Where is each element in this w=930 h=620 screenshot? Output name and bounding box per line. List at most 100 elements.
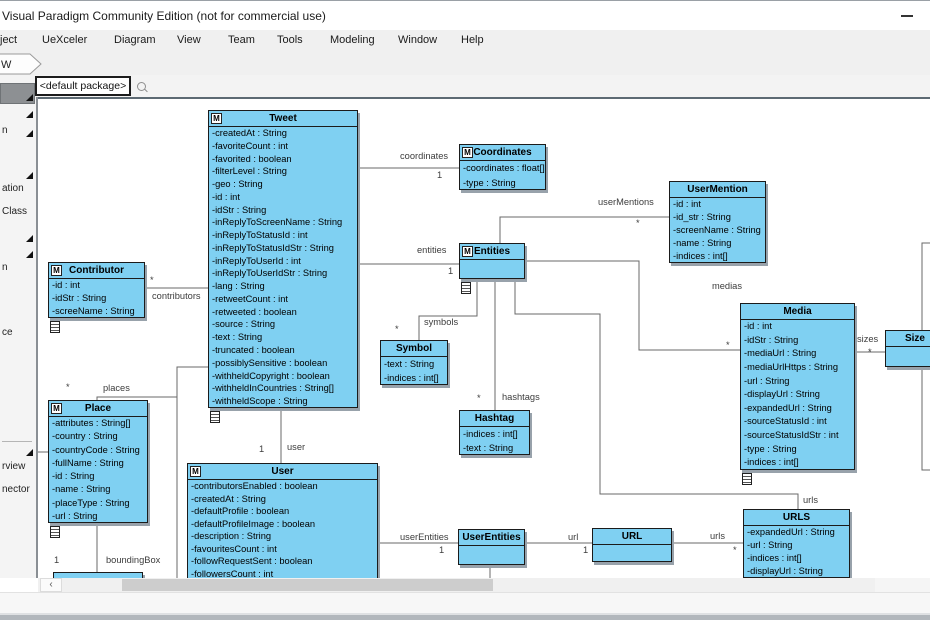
breadcrumb-label: W bbox=[1, 59, 12, 71]
scroll-left-button[interactable]: ‹ bbox=[40, 578, 62, 592]
class-attribute: -id : int bbox=[209, 191, 357, 204]
annotation-doc-icon bbox=[210, 411, 220, 423]
class-attribute: -screeName : String bbox=[49, 305, 144, 318]
class-Hashtag[interactable]: Hashtag-indices : int[]-text : String bbox=[459, 410, 530, 455]
class-attribute: -name : String bbox=[49, 483, 147, 496]
multiplicity-label: 1 bbox=[448, 266, 453, 276]
class-attribute: -placeType : String bbox=[49, 497, 147, 510]
class-Symbol[interactable]: Symbol-text : String-indices : int[] bbox=[380, 340, 448, 385]
class-Place[interactable]: MPlace-attributes : String[]-country : S… bbox=[48, 400, 148, 523]
class-name: Hashtag bbox=[475, 413, 514, 424]
class-attribute: -displayUrl : String bbox=[744, 565, 849, 578]
class-attribute: -id : int bbox=[741, 320, 854, 334]
class-attribute: -fullName : String bbox=[49, 457, 147, 470]
role-label: boundingBox bbox=[106, 555, 160, 565]
class-header: UserMention bbox=[670, 182, 765, 198]
palette-flyout-triangle-icon[interactable] bbox=[26, 235, 33, 242]
class-URLS[interactable]: URLS-expandedUrl : String-url : String-i… bbox=[743, 509, 850, 578]
palette-tool-label[interactable]: ce bbox=[2, 327, 13, 338]
palette-flyout-triangle-icon[interactable] bbox=[26, 130, 33, 137]
class-Media[interactable]: Media-id : int-idStr : String-mediaUrl :… bbox=[740, 303, 855, 470]
class-attribute: -url : String bbox=[741, 375, 854, 389]
class-header: UserEntities bbox=[459, 530, 524, 546]
role-label: user bbox=[287, 442, 305, 452]
menu-item-Tools[interactable]: Tools bbox=[277, 34, 303, 46]
palette-tool-label[interactable]: ation bbox=[2, 183, 24, 194]
class-attribute: -inReplyToUserId : int bbox=[209, 255, 357, 268]
scrollbar-thumb[interactable] bbox=[122, 579, 493, 591]
class-User[interactable]: MUser-contributorsEnabled : boolean-crea… bbox=[187, 463, 378, 580]
class-name: Coordinates bbox=[473, 147, 531, 158]
menu-item-UeXceler[interactable]: UeXceler bbox=[42, 34, 87, 46]
minimize-icon[interactable] bbox=[901, 15, 913, 17]
menu-item-ject[interactable]: ject bbox=[0, 34, 17, 46]
class-name: Entities bbox=[474, 246, 510, 257]
model-indicator-icon: M bbox=[462, 147, 473, 158]
menu-bar: ject UeXceler Diagram View Team Tools Modeling… bbox=[0, 30, 930, 52]
palette-flyout-triangle-icon[interactable] bbox=[26, 449, 33, 456]
menu-item-Team[interactable]: Team bbox=[228, 34, 255, 46]
palette-tool-label[interactable]: n bbox=[2, 262, 8, 273]
menu-item-Help[interactable]: Help bbox=[461, 34, 484, 46]
annotation-doc-icon bbox=[742, 473, 752, 485]
palette-flyout-triangle-icon[interactable] bbox=[26, 111, 33, 118]
diagram-tab-bar: <default package> bbox=[0, 75, 930, 97]
class-Tweet[interactable]: MTweet-createdAt : String-favoriteCount … bbox=[208, 110, 358, 408]
class-attribute: -sourceStatusId : int bbox=[741, 415, 854, 429]
class-header: MCoordinates bbox=[460, 145, 545, 161]
class-header: Hashtag bbox=[460, 411, 529, 427]
class-attribute: -createdAt : String bbox=[209, 127, 357, 140]
class-URL[interactable]: URL bbox=[592, 528, 672, 562]
breadcrumb[interactable]: W bbox=[0, 53, 46, 75]
class-name: Media bbox=[783, 306, 811, 317]
multiplicity-label: * bbox=[733, 545, 737, 555]
multiplicity-label: * bbox=[66, 382, 70, 392]
title-bar: Visual Paradigm Community Edition (not f… bbox=[0, 0, 930, 31]
palette-flyout-triangle-icon[interactable] bbox=[26, 172, 33, 179]
class-attribute: -displayUrl : String bbox=[741, 388, 854, 402]
class-attribute: -text : String bbox=[209, 331, 357, 344]
role-label: symbols bbox=[424, 317, 458, 327]
class-attribute: -geo : String bbox=[209, 178, 357, 191]
class-name: Size bbox=[905, 333, 925, 344]
palette-flyout-triangle-icon[interactable] bbox=[26, 251, 33, 258]
class-attribute: -indices : int[] bbox=[670, 250, 765, 263]
class-attribute: -source : String bbox=[209, 318, 357, 331]
palette-tool-label[interactable]: rview bbox=[2, 461, 25, 472]
class-attribute: -mediaUrl : String bbox=[741, 347, 854, 361]
class-Coordinates[interactable]: MCoordinates-coordinates : float[]-type … bbox=[459, 144, 546, 190]
class-attribute: -expandedUrl : String bbox=[741, 402, 854, 416]
palette-tool-label[interactable]: n bbox=[2, 125, 8, 136]
class-attribute: -idStr : String bbox=[209, 204, 357, 217]
class-UserMention[interactable]: UserMention-id : int-id_str : String-scr… bbox=[669, 181, 766, 263]
model-indicator-icon: M bbox=[462, 246, 473, 257]
role-label: entities bbox=[417, 245, 446, 255]
class-attribute: -createdAt : String bbox=[188, 493, 377, 506]
menu-item-Diagram[interactable]: Diagram bbox=[114, 34, 156, 46]
palette-tool-label[interactable]: nector bbox=[2, 484, 30, 495]
class-Entities[interactable]: MEntities bbox=[459, 243, 525, 279]
tab-default-package[interactable]: <default package> bbox=[35, 76, 131, 96]
class-Contributor[interactable]: MContributor-id : int-idStr : String-scr… bbox=[48, 262, 145, 318]
magnifier-icon[interactable] bbox=[137, 82, 146, 91]
menu-item-Modeling[interactable]: Modeling bbox=[330, 34, 375, 46]
multiplicity-label: 1 bbox=[583, 545, 588, 555]
tool-palette: n ation Class n ce rview nector bbox=[0, 97, 36, 578]
annotation-doc-icon bbox=[461, 282, 471, 294]
class-attribute: -retweeted : boolean bbox=[209, 306, 357, 319]
class-attribute: -favorited : boolean bbox=[209, 153, 357, 166]
menu-item-Window[interactable]: Window bbox=[398, 34, 437, 46]
role-label: userEntities bbox=[400, 532, 449, 542]
class-attribute: -favoriteCount : int bbox=[209, 140, 357, 153]
palette-tool-label[interactable]: Class bbox=[2, 206, 27, 217]
class-UserEntities[interactable]: UserEntities bbox=[458, 529, 525, 565]
role-label: url bbox=[568, 532, 578, 542]
class-attribute: -withheldScope : String bbox=[209, 395, 357, 408]
menu-item-View[interactable]: View bbox=[177, 34, 201, 46]
class-header: Size bbox=[886, 331, 930, 347]
palette-selected-flyout-icon[interactable] bbox=[26, 94, 33, 101]
multiplicity-label: 1 bbox=[54, 555, 59, 565]
class-Size[interactable]: Size bbox=[885, 330, 930, 367]
class-attribute: -indices : int[] bbox=[744, 552, 849, 565]
class-attribute: -id : String bbox=[49, 470, 147, 483]
